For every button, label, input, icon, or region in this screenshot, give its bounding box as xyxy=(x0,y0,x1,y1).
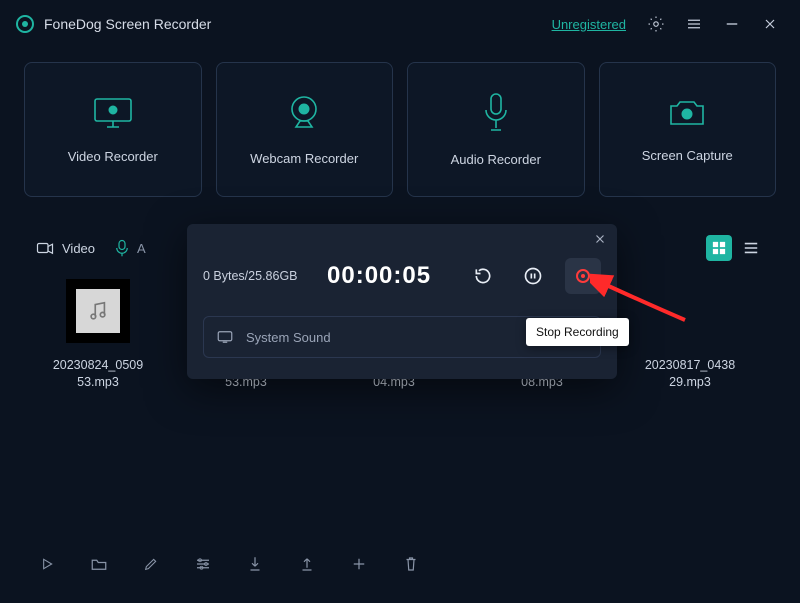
file-thumbnail xyxy=(66,279,130,343)
pencil-icon xyxy=(143,556,159,572)
mode-label: Webcam Recorder xyxy=(250,151,358,166)
microphone-small-icon xyxy=(115,239,129,257)
gear-icon xyxy=(647,15,665,33)
sliders-icon xyxy=(194,556,212,572)
list-item[interactable]: 20230824_0509 53.mp3 xyxy=(38,279,158,391)
view-list-button[interactable] xyxy=(738,235,764,261)
tab-video[interactable]: Video xyxy=(36,241,95,256)
restart-icon xyxy=(473,266,493,286)
trash-icon xyxy=(403,555,419,573)
microphone-icon xyxy=(481,92,511,134)
webcam-icon xyxy=(282,93,326,133)
play-button[interactable] xyxy=(36,553,58,575)
record-stop-icon xyxy=(576,269,590,283)
mode-audio-recorder[interactable]: Audio Recorder xyxy=(407,62,585,197)
restart-button[interactable] xyxy=(465,258,501,294)
video-icon xyxy=(36,241,54,255)
recording-panel: 0 Bytes/25.86GB 00:00:05 System Sound xyxy=(187,224,617,379)
mode-screen-capture[interactable]: Screen Capture xyxy=(599,62,777,197)
mode-label: Video Recorder xyxy=(68,149,158,164)
monitor-icon xyxy=(91,95,135,131)
tab-audio[interactable]: A xyxy=(115,239,146,257)
folder-icon xyxy=(90,556,108,572)
view-grid-button[interactable] xyxy=(706,235,732,261)
open-folder-button[interactable] xyxy=(88,553,110,575)
app-logo-icon xyxy=(16,15,34,33)
recording-timer: 00:00:05 xyxy=(327,262,431,290)
music-note-icon xyxy=(87,300,109,322)
panel-close-button[interactable] xyxy=(593,232,607,251)
close-window-button[interactable] xyxy=(756,10,784,38)
download-icon xyxy=(247,555,263,573)
edit-button[interactable] xyxy=(140,553,162,575)
delete-button[interactable] xyxy=(400,553,422,575)
menu-button[interactable] xyxy=(680,10,708,38)
list-icon xyxy=(743,241,759,255)
upload-icon xyxy=(299,555,315,573)
play-icon xyxy=(39,556,55,572)
stop-button[interactable] xyxy=(565,258,601,294)
trim-button[interactable] xyxy=(348,553,370,575)
camera-icon xyxy=(665,96,709,130)
pause-button[interactable] xyxy=(515,258,551,294)
file-name: 20230824_0509 53.mp3 xyxy=(53,357,143,391)
export-button[interactable] xyxy=(296,553,318,575)
recording-size: 0 Bytes/25.86GB xyxy=(203,269,313,283)
file-name: 20230817_0438 29.mp3 xyxy=(645,357,735,391)
bottom-actions xyxy=(36,553,422,575)
tab-label: Video xyxy=(62,241,95,256)
import-button[interactable] xyxy=(244,553,266,575)
mode-video-recorder[interactable]: Video Recorder xyxy=(24,62,202,197)
settings-button[interactable] xyxy=(642,10,670,38)
trim-icon xyxy=(350,556,368,572)
grid-icon xyxy=(712,241,726,255)
minimize-icon xyxy=(723,15,741,33)
menu-icon xyxy=(685,15,703,33)
close-icon xyxy=(762,16,778,32)
list-item[interactable]: 20230817_0438 29.mp3 xyxy=(630,279,750,391)
titlebar: FoneDog Screen Recorder Unregistered xyxy=(0,0,800,48)
audio-source-label: System Sound xyxy=(246,330,331,345)
adjust-button[interactable] xyxy=(192,553,214,575)
display-icon xyxy=(216,330,234,344)
pause-icon xyxy=(523,266,543,286)
app-title: FoneDog Screen Recorder xyxy=(44,16,211,32)
mode-grid: Video Recorder Webcam Recorder Audio Rec… xyxy=(0,48,800,205)
minimize-button[interactable] xyxy=(718,10,746,38)
stop-tooltip: Stop Recording xyxy=(526,318,629,346)
mode-webcam-recorder[interactable]: Webcam Recorder xyxy=(216,62,394,197)
mode-label: Audio Recorder xyxy=(451,152,541,167)
mode-label: Screen Capture xyxy=(642,148,733,163)
unregistered-link[interactable]: Unregistered xyxy=(552,17,626,32)
tab-label: A xyxy=(137,241,146,256)
close-icon xyxy=(593,232,607,246)
